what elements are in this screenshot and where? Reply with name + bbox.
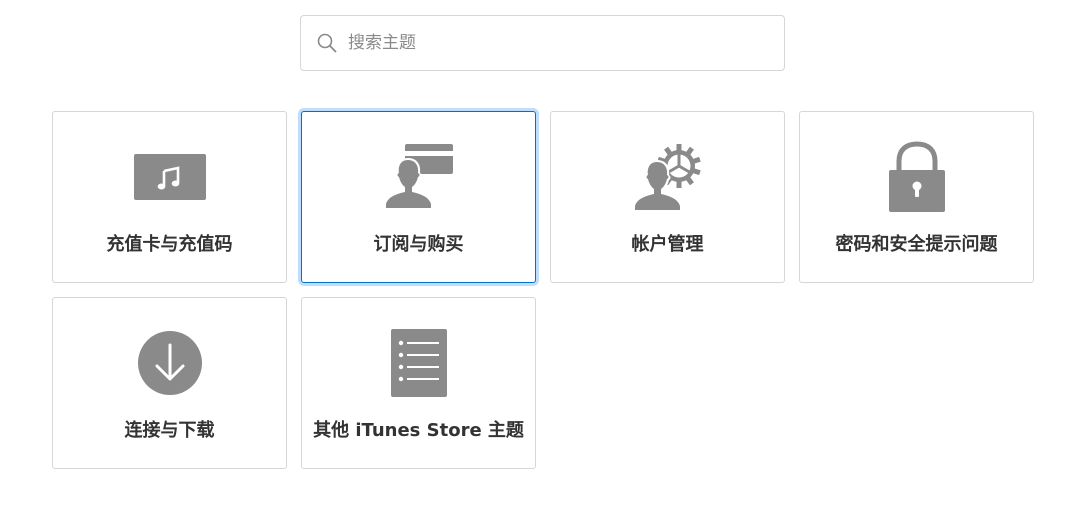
person-gear-icon bbox=[631, 142, 705, 216]
topic-tile-account[interactable]: 帐户管理 bbox=[550, 111, 785, 283]
topic-label: 帐户管理 bbox=[631, 234, 704, 255]
music-card-icon bbox=[133, 153, 207, 205]
person-card-icon bbox=[382, 144, 456, 214]
topic-tile-gift-cards[interactable]: 充值卡与充值码 bbox=[52, 111, 287, 283]
topic-label: 连接与下载 bbox=[124, 420, 215, 441]
topic-tile-subscriptions[interactable]: 订阅与购买 bbox=[301, 111, 536, 283]
search-box[interactable] bbox=[300, 15, 785, 71]
topic-tile-password[interactable]: 密码和安全提示问题 bbox=[799, 111, 1034, 283]
topic-tile-download[interactable]: 连接与下载 bbox=[52, 297, 287, 469]
topic-label: 充值卡与充值码 bbox=[106, 234, 233, 255]
search-icon bbox=[316, 32, 338, 54]
lock-icon bbox=[888, 141, 946, 217]
search-input[interactable] bbox=[348, 16, 784, 70]
topic-tile-other[interactable]: 其他 iTunes Store 主题 bbox=[301, 297, 536, 469]
topic-label: 密码和安全提示问题 bbox=[835, 234, 998, 255]
topic-label: 其他 iTunes Store 主题 bbox=[313, 420, 524, 441]
list-document-icon bbox=[390, 328, 448, 402]
topic-label: 订阅与购买 bbox=[373, 234, 464, 255]
download-icon bbox=[137, 330, 203, 400]
